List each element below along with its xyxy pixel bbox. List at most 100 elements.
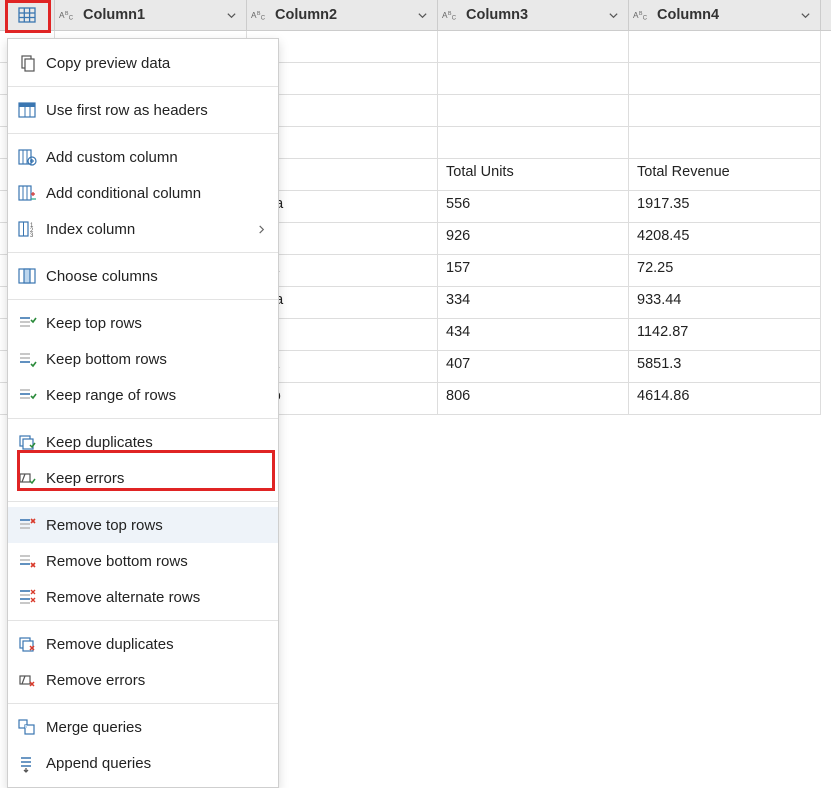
cell[interactable]: 1142.87 [629, 319, 821, 351]
column-3-filter-button[interactable] [604, 6, 622, 24]
column-1-filter-button[interactable] [222, 6, 240, 24]
column-3-label: Column3 [466, 7, 604, 23]
cell[interactable]: 157 [438, 255, 629, 287]
cell[interactable]: Total Revenue [629, 159, 821, 191]
menu-label: Use first row as headers [46, 102, 266, 119]
menu-label: Keep duplicates [46, 434, 266, 451]
menu-remove-duplicates[interactable]: Remove duplicates [8, 626, 278, 662]
cell[interactable]: 4208.45 [629, 223, 821, 255]
menu-label: Remove duplicates [46, 636, 266, 653]
menu-label: Remove top rows [46, 517, 266, 534]
menu-label: Merge queries [46, 719, 266, 736]
cell[interactable] [629, 127, 821, 159]
menu-remove-errors[interactable]: Remove errors [8, 662, 278, 698]
cell[interactable]: 407 [438, 351, 629, 383]
table-context-menu: Copy preview data Use first row as heade… [7, 38, 279, 788]
cell[interactable] [629, 31, 821, 63]
cell[interactable]: Total Units [438, 159, 629, 191]
keep-errors-icon [16, 467, 38, 489]
svg-text:C: C [261, 16, 266, 22]
menu-choose-columns[interactable]: Choose columns [8, 258, 278, 294]
menu-remove-alternate-rows[interactable]: Remove alternate rows [8, 579, 278, 615]
cell[interactable] [438, 95, 629, 127]
cell[interactable]: 556 [438, 191, 629, 223]
column-header-4[interactable]: ABC Column4 [629, 0, 821, 30]
menu-copy-preview-data[interactable]: Copy preview data [8, 45, 278, 81]
cell[interactable] [629, 63, 821, 95]
cell[interactable] [629, 95, 821, 127]
remove-bottom-rows-icon [16, 550, 38, 572]
column-2-label: Column2 [275, 7, 413, 23]
abc-type-icon: ABC [251, 6, 269, 24]
chevron-down-icon [417, 10, 428, 21]
column-header-row: ABC Column1 ABC Column2 ABC Column3 ABC … [0, 0, 831, 31]
menu-label: Index column [46, 221, 253, 238]
merge-queries-icon [16, 716, 38, 738]
column-1-label: Column1 [83, 7, 222, 23]
menu-label: Remove bottom rows [46, 553, 266, 570]
remove-alternate-rows-icon [16, 586, 38, 608]
menu-separator [8, 86, 278, 87]
menu-keep-errors[interactable]: Keep errors [8, 460, 278, 496]
column-header-2[interactable]: ABC Column2 [247, 0, 438, 30]
column-2-filter-button[interactable] [413, 6, 431, 24]
column-4-filter-button[interactable] [796, 6, 814, 24]
menu-keep-range-of-rows[interactable]: Keep range of rows [8, 377, 278, 413]
column-header-3[interactable]: ABC Column3 [438, 0, 629, 30]
cell[interactable] [438, 127, 629, 159]
menu-label: Copy preview data [46, 55, 266, 72]
custom-column-icon [16, 146, 38, 168]
cell[interactable]: 1917.35 [629, 191, 821, 223]
menu-separator [8, 418, 278, 419]
menu-label: Keep top rows [46, 315, 266, 332]
remove-top-rows-icon [16, 514, 38, 536]
menu-keep-duplicates[interactable]: Keep duplicates [8, 424, 278, 460]
menu-keep-bottom-rows[interactable]: Keep bottom rows [8, 341, 278, 377]
menu-separator [8, 252, 278, 253]
menu-add-custom-column[interactable]: Add custom column [8, 139, 278, 175]
cell[interactable]: 926 [438, 223, 629, 255]
cell[interactable]: 334 [438, 287, 629, 319]
chevron-down-icon [800, 10, 811, 21]
cell[interactable]: 434 [438, 319, 629, 351]
table-header-icon [16, 99, 38, 121]
submenu-arrow-icon [257, 222, 266, 237]
menu-separator [8, 501, 278, 502]
svg-text:C: C [452, 16, 457, 22]
menu-label: Add custom column [46, 149, 266, 166]
menu-label: Keep bottom rows [46, 351, 266, 368]
table-icon [17, 5, 37, 25]
column-header-1[interactable]: ABC Column1 [55, 0, 247, 30]
menu-remove-top-rows[interactable]: Remove top rows [8, 507, 278, 543]
menu-label: Choose columns [46, 268, 266, 285]
svg-text:A: A [59, 11, 65, 20]
menu-index-column[interactable]: 123 Index column [8, 211, 278, 247]
menu-remove-bottom-rows[interactable]: Remove bottom rows [8, 543, 278, 579]
menu-use-first-row-as-headers[interactable]: Use first row as headers [8, 92, 278, 128]
cell[interactable]: 806 [438, 383, 629, 415]
abc-type-icon: ABC [59, 6, 77, 24]
cell[interactable]: 5851.3 [629, 351, 821, 383]
column-4-label: Column4 [657, 7, 796, 23]
chevron-down-icon [608, 10, 619, 21]
menu-label: Append queries [46, 755, 266, 772]
svg-text:A: A [633, 11, 639, 20]
menu-merge-queries[interactable]: Merge queries [8, 709, 278, 745]
keep-duplicates-icon [16, 431, 38, 453]
svg-text:A: A [251, 11, 257, 20]
cell[interactable] [438, 63, 629, 95]
cell[interactable]: 4614.86 [629, 383, 821, 415]
menu-append-queries[interactable]: Append queries [8, 745, 278, 781]
table-menu-button[interactable] [0, 0, 55, 30]
keep-top-rows-icon [16, 312, 38, 334]
abc-type-icon: ABC [633, 6, 651, 24]
menu-label: Keep range of rows [46, 387, 266, 404]
menu-keep-top-rows[interactable]: Keep top rows [8, 305, 278, 341]
cell[interactable]: 933.44 [629, 287, 821, 319]
cell[interactable]: 72.25 [629, 255, 821, 287]
menu-separator [8, 299, 278, 300]
menu-label: Add conditional column [46, 185, 266, 202]
conditional-column-icon [16, 182, 38, 204]
menu-add-conditional-column[interactable]: Add conditional column [8, 175, 278, 211]
cell[interactable] [438, 31, 629, 63]
